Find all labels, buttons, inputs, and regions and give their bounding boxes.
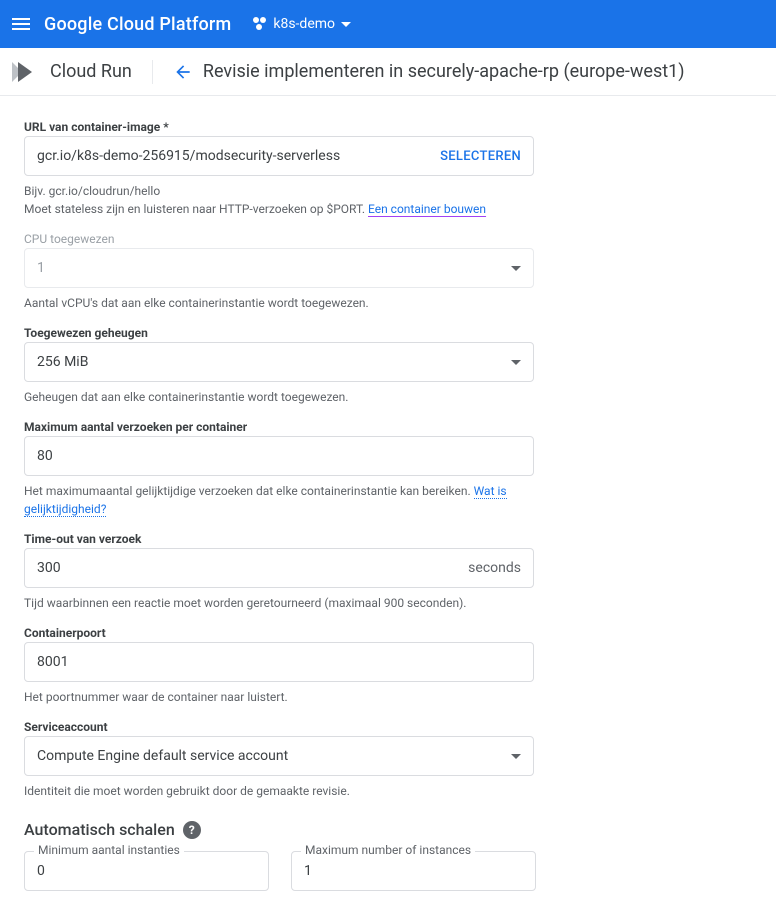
chevron-down-icon <box>511 266 521 271</box>
build-container-link[interactable]: Een container bouwen <box>368 202 486 216</box>
field-concurrency: Maximum aantal verzoeken per container H… <box>24 420 534 518</box>
page-title: Revisie implementeren in securely-apache… <box>203 61 685 82</box>
field-timeout: Time-out van verzoek seconds Tijd waarbi… <box>24 532 534 612</box>
project-name: k8s-demo <box>273 16 335 32</box>
cloud-run-icon <box>8 56 40 88</box>
input-wrap-container-image: SELECTEREN <box>24 136 534 176</box>
timeout-input[interactable] <box>37 560 460 576</box>
timeout-unit: seconds <box>468 560 521 576</box>
product-header: Cloud Run Revisie implementeren in secur… <box>0 48 776 96</box>
back-button[interactable] <box>173 62 193 82</box>
label-cpu: CPU toegewezen <box>24 232 534 246</box>
memory-select[interactable] <box>24 342 534 382</box>
helper-port: Het poortnummer waar de container naar l… <box>24 688 534 706</box>
field-min-instances: Minimum aantal instanties <box>24 851 269 891</box>
max-instances-input[interactable] <box>304 863 523 879</box>
label-container-image: URL van container-image * <box>24 120 534 134</box>
project-icon <box>253 17 267 31</box>
menu-icon[interactable] <box>12 18 30 30</box>
gcp-logo-text: Google Cloud Platform <box>44 14 231 35</box>
memory-value <box>37 354 503 370</box>
label-serviceaccount: Serviceaccount <box>24 720 534 734</box>
global-header: Google Cloud Platform k8s-demo <box>0 0 776 48</box>
helper-timeout: Tijd waarbinnen een reactie moet worden … <box>24 594 534 612</box>
label-min-instances: Minimum aantal instanties <box>34 843 184 857</box>
autoscale-row: Minimum aantal instanties Maximum number… <box>24 851 752 891</box>
field-cpu: CPU toegewezen Aantal vCPU's dat aan elk… <box>24 232 534 312</box>
concurrency-input[interactable] <box>37 448 521 464</box>
min-instances-input-wrap <box>24 851 269 891</box>
serviceaccount-value <box>37 748 503 764</box>
min-instances-input[interactable] <box>37 863 256 879</box>
cpu-select[interactable] <box>24 248 534 288</box>
chevron-down-icon <box>511 754 521 759</box>
chevron-down-icon <box>341 22 351 27</box>
concurrency-input-wrap <box>24 436 534 476</box>
helper-example: Bijv. gcr.io/cloudrun/hello <box>24 184 160 198</box>
label-max-instances: Maximum number of instances <box>301 843 475 857</box>
container-image-select-button[interactable]: SELECTEREN <box>440 149 521 164</box>
cpu-value <box>37 260 503 276</box>
label-port: Containerpoort <box>24 626 534 640</box>
helper-concurrency-text: Het maximumaantal gelijktijdige verzoeke… <box>24 484 474 498</box>
divider <box>152 60 153 84</box>
chevron-down-icon <box>511 360 521 365</box>
max-instances-input-wrap <box>291 851 536 891</box>
field-serviceaccount: Serviceaccount Identiteit die moet worde… <box>24 720 534 800</box>
field-memory: Toegewezen geheugen Geheugen dat aan elk… <box>24 326 534 406</box>
serviceaccount-select[interactable] <box>24 736 534 776</box>
helper-concurrency: Het maximumaantal gelijktijdige verzoeke… <box>24 482 534 518</box>
label-timeout: Time-out van verzoek <box>24 532 534 546</box>
helper-serviceaccount: Identiteit die moet worden gebruikt door… <box>24 782 534 800</box>
product-name: Cloud Run <box>50 61 132 82</box>
help-icon[interactable]: ? <box>183 821 201 839</box>
helper-stateless: Moet stateless zijn en luisteren naar HT… <box>24 202 368 216</box>
form-content: URL van container-image * SELECTEREN Bij… <box>0 96 776 915</box>
field-container-image: URL van container-image * SELECTEREN Bij… <box>24 120 534 218</box>
field-max-instances: Maximum number of instances <box>291 851 536 891</box>
field-port: Containerpoort Het poortnummer waar de c… <box>24 626 534 706</box>
autoscale-heading: Automatisch schalen ? <box>24 820 752 839</box>
port-input-wrap <box>24 642 534 682</box>
port-input[interactable] <box>37 654 521 670</box>
helper-container-image: Bijv. gcr.io/cloudrun/hello Moet statele… <box>24 182 534 218</box>
label-memory: Toegewezen geheugen <box>24 326 534 340</box>
helper-cpu: Aantal vCPU's dat aan elke containerinst… <box>24 294 534 312</box>
container-image-input[interactable] <box>37 148 432 164</box>
autoscale-title: Automatisch schalen <box>24 820 175 839</box>
helper-memory: Geheugen dat aan elke containerinstantie… <box>24 388 534 406</box>
gcp-logo[interactable]: Google Cloud Platform <box>44 14 231 35</box>
project-selector[interactable]: k8s-demo <box>253 16 351 32</box>
timeout-input-wrap: seconds <box>24 548 534 588</box>
label-concurrency: Maximum aantal verzoeken per container <box>24 420 534 434</box>
